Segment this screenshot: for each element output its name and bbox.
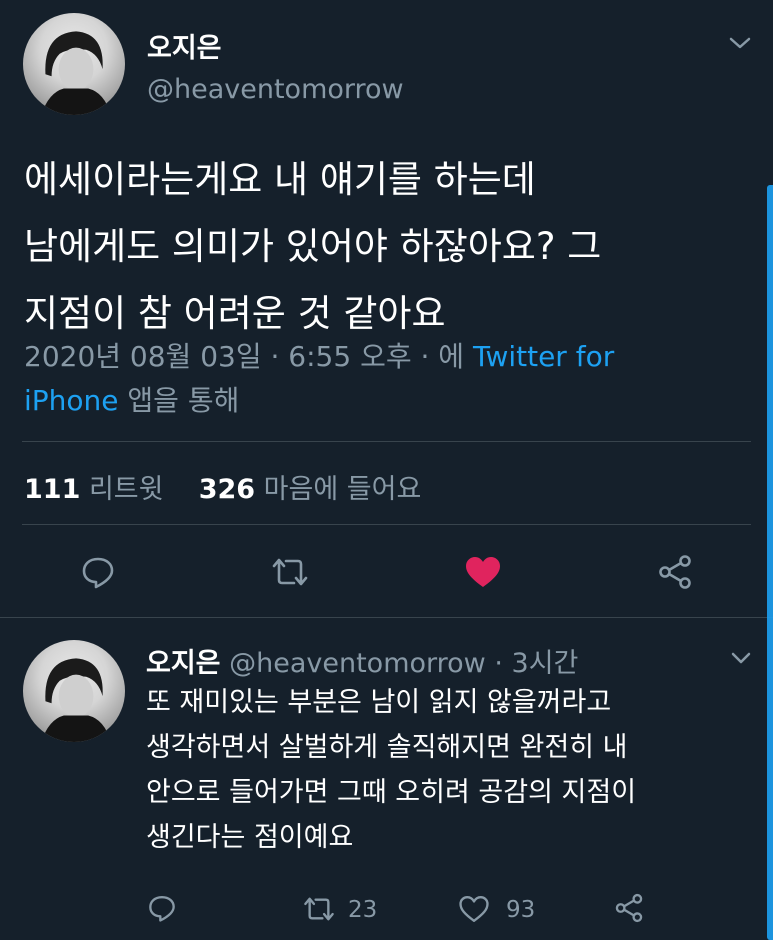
tweet-meta: 2020년 08월 03일 · 6:55 오후 · 에 Twitter for … — [24, 335, 744, 423]
tweet-text: 에세이라는게요 내 얘기를 하는데 남에게도 의미가 있어야 하잖아요? 그 지… — [24, 146, 601, 347]
reply-avatar[interactable] — [23, 640, 125, 742]
heart-icon[interactable] — [464, 555, 502, 589]
reply-text-line: 생긴다는 점이예요 — [146, 822, 354, 853]
reply-time[interactable]: · 3시간 — [494, 648, 578, 679]
retweet-icon[interactable] — [302, 895, 336, 923]
divider — [22, 441, 751, 442]
comment-icon[interactable] — [147, 893, 177, 923]
reply-text: 또 재미있는 부분은 남이 읽지 않을꺼라고 생각하면서 살벌하게 솔직해지면 … — [146, 680, 636, 860]
tweet-text-line: 남에게도 의미가 있어야 하잖아요? 그 — [24, 225, 602, 268]
like-count[interactable]: 326 — [199, 474, 255, 505]
reply-like-count[interactable]: 93 — [506, 897, 535, 923]
scrollbar[interactable] — [767, 185, 773, 940]
source-suffix: 앱을 통해 — [118, 384, 240, 417]
reply-header: 오지은 @heaventomorrow · 3시간 — [146, 641, 578, 680]
heart-outline-icon[interactable] — [458, 894, 490, 924]
reply-author-name[interactable]: 오지은 — [146, 648, 221, 679]
reply-retweet-count[interactable]: 23 — [348, 897, 377, 923]
author-avatar[interactable] — [23, 13, 125, 115]
share-icon[interactable] — [657, 554, 693, 590]
like-label[interactable]: 마음에 들어요 — [264, 474, 422, 505]
retweet-label[interactable]: 리트윗 — [89, 474, 164, 505]
reply-author-handle[interactable]: @heaventomorrow — [229, 648, 486, 679]
reply-text-line: 생각하면서 살벌하게 솔직해지면 완전히 내 — [146, 732, 628, 763]
reply-text-line: 또 재미있는 부분은 남이 읽지 않을꺼라고 — [146, 687, 612, 718]
tweet-timestamp[interactable]: 2020년 08월 03일 · 6:55 오후 · 에 — [24, 340, 473, 373]
author-handle[interactable]: @heaventomorrow — [147, 74, 404, 105]
section-divider — [0, 617, 773, 618]
retweet-icon[interactable] — [270, 556, 310, 588]
source-app-link[interactable]: Twitter for — [473, 340, 614, 373]
chevron-down-icon[interactable] — [728, 34, 752, 52]
share-icon[interactable] — [614, 893, 644, 923]
chevron-down-icon[interactable] — [730, 650, 752, 666]
reply-text-line: 안으로 들어가면 그때 오히려 공감의 지점이 — [146, 777, 637, 808]
comment-icon[interactable] — [80, 554, 116, 590]
tweet-stats: 111 리트윗 326 마음에 들어요 — [24, 467, 421, 506]
author-name[interactable]: 오지은 — [147, 26, 222, 65]
source-app-link-cont[interactable]: iPhone — [24, 384, 119, 417]
divider — [22, 524, 751, 525]
retweet-count[interactable]: 111 — [24, 474, 80, 505]
tweet-text-line: 에세이라는게요 내 얘기를 하는데 — [24, 158, 536, 201]
